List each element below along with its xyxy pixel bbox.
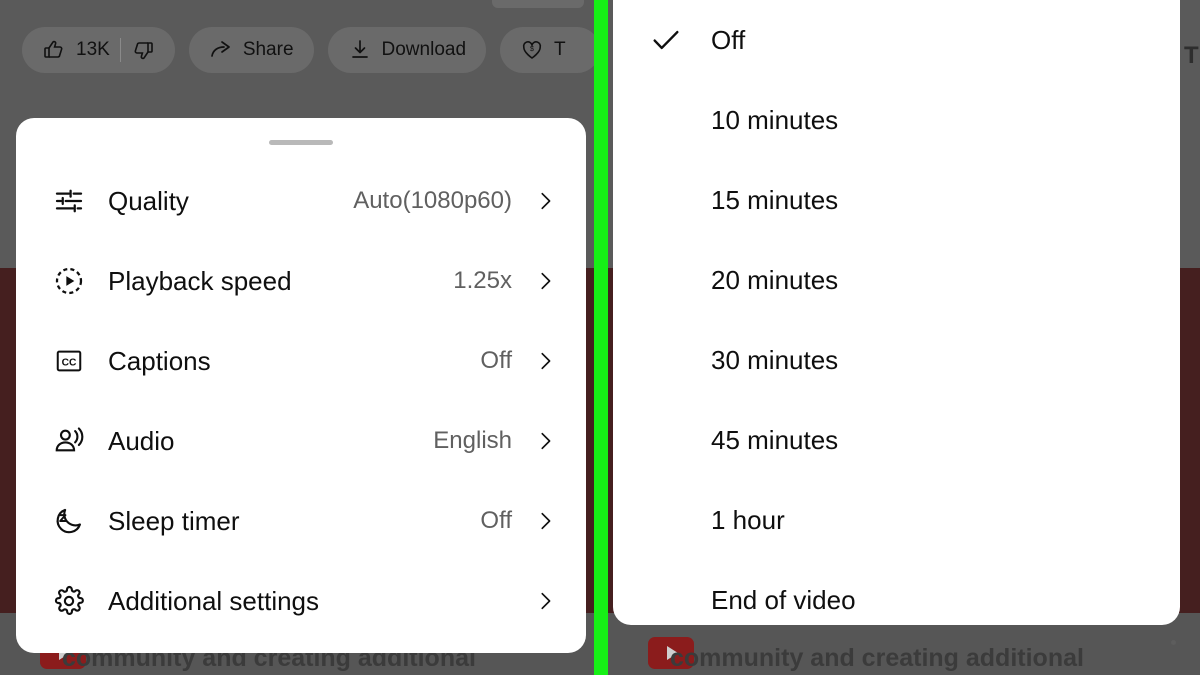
- sleep-timer-option-off[interactable]: Off: [613, 0, 1180, 80]
- menu-item-label: Sleep timer: [108, 505, 240, 536]
- thumbs-down-icon: [131, 38, 155, 62]
- settings-menu-list: Quality Auto(1080p60) Playback speed 1.2…: [16, 161, 586, 641]
- background-dot-right: [1171, 640, 1176, 645]
- menu-item-additional-settings[interactable]: Additional settings: [16, 561, 586, 641]
- svg-text:CC: CC: [62, 357, 77, 368]
- menu-item-audio[interactable]: Audio English: [16, 401, 586, 481]
- sleep-timer-option-label: 15 minutes: [711, 184, 839, 215]
- chevron-right-icon: [534, 430, 556, 452]
- stray-background-label: Th: [1184, 42, 1200, 69]
- sleep-timer-moon-icon: [48, 505, 90, 537]
- menu-item-value: Auto(1080p60): [353, 187, 512, 214]
- sleep-timer-option-1-hour[interactable]: 1 hour: [613, 480, 1180, 560]
- chevron-right-icon: [534, 510, 556, 532]
- screenshot-root: 13K Share Download $ T community and cre…: [0, 0, 1200, 675]
- playback-speed-icon: [48, 265, 90, 297]
- sleep-timer-option-20-minutes[interactable]: 20 minutes: [613, 240, 1180, 320]
- sleep-timer-option-10-minutes[interactable]: 10 minutes: [613, 80, 1180, 160]
- tune-sliders-icon: [48, 185, 90, 217]
- sleep-timer-option-label: 1 hour: [711, 504, 785, 535]
- menu-item-captions[interactable]: CC Captions Off: [16, 321, 586, 401]
- green-divider: [594, 0, 608, 675]
- share-button[interactable]: Share: [188, 27, 314, 73]
- video-action-bar: 13K Share Download $ T: [0, 22, 594, 78]
- sleep-timer-option-label: End of video: [711, 584, 856, 615]
- sleep-timer-option-label: 10 minutes: [711, 104, 839, 135]
- sleep-timer-bottom-sheet: Off 10 minutes 15 minutes 20 minutes 30 …: [613, 0, 1180, 625]
- menu-item-label: Additional settings: [108, 585, 320, 616]
- sleep-timer-option-label: 30 minutes: [711, 344, 839, 375]
- chip-sliver: [492, 0, 584, 8]
- share-arrow-icon: [209, 38, 233, 62]
- chevron-right-icon: [534, 270, 556, 292]
- chevron-right-icon: [534, 350, 556, 372]
- download-icon: [348, 38, 372, 62]
- menu-item-label: Audio: [108, 425, 175, 456]
- menu-item-value: Off: [480, 507, 512, 534]
- chevron-right-icon: [534, 590, 556, 612]
- menu-item-label: Quality: [108, 185, 189, 216]
- download-label: Download: [381, 39, 467, 60]
- chevron-right-icon: [534, 190, 556, 212]
- sleep-timer-option-45-minutes[interactable]: 45 minutes: [613, 400, 1180, 480]
- settings-bottom-sheet: Quality Auto(1080p60) Playback speed 1.2…: [16, 118, 586, 653]
- sleep-timer-option-end-of-video[interactable]: End of video: [613, 560, 1180, 640]
- like-dislike-chip[interactable]: 13K: [22, 27, 175, 73]
- download-button[interactable]: Download: [327, 27, 487, 73]
- gear-icon: [48, 585, 90, 617]
- sleep-timer-option-label: 20 minutes: [711, 264, 839, 295]
- menu-item-value: English: [433, 427, 512, 454]
- menu-item-playback-speed[interactable]: Playback speed 1.25x: [16, 241, 586, 321]
- sleep-timer-option-label: 45 minutes: [711, 424, 839, 455]
- closed-captions-icon: CC: [48, 346, 90, 376]
- menu-item-sleep-timer[interactable]: Sleep timer Off: [16, 481, 586, 561]
- sleep-timer-option-30-minutes[interactable]: 30 minutes: [613, 320, 1180, 400]
- svg-text:$: $: [530, 46, 534, 53]
- menu-item-value: Off: [480, 347, 512, 374]
- share-label: Share: [242, 39, 294, 60]
- menu-item-quality[interactable]: Quality Auto(1080p60): [16, 161, 586, 241]
- menu-item-value: 1.25x: [453, 267, 512, 294]
- chip-divider: [119, 38, 121, 62]
- checkmark-icon: [649, 23, 711, 57]
- heart-dollar-icon: $: [520, 38, 544, 62]
- thanks-button[interactable]: $ T: [500, 27, 594, 73]
- drag-handle[interactable]: [269, 140, 333, 145]
- thanks-label: T: [554, 39, 566, 60]
- like-count: 13K: [76, 39, 110, 60]
- menu-item-label: Captions: [108, 345, 211, 376]
- sleep-timer-option-15-minutes[interactable]: 15 minutes: [613, 160, 1180, 240]
- audio-person-icon: [48, 425, 90, 457]
- thumbs-up-icon: [42, 38, 66, 62]
- sleep-timer-option-label: Off: [711, 24, 746, 55]
- menu-item-label: Playback speed: [108, 265, 292, 296]
